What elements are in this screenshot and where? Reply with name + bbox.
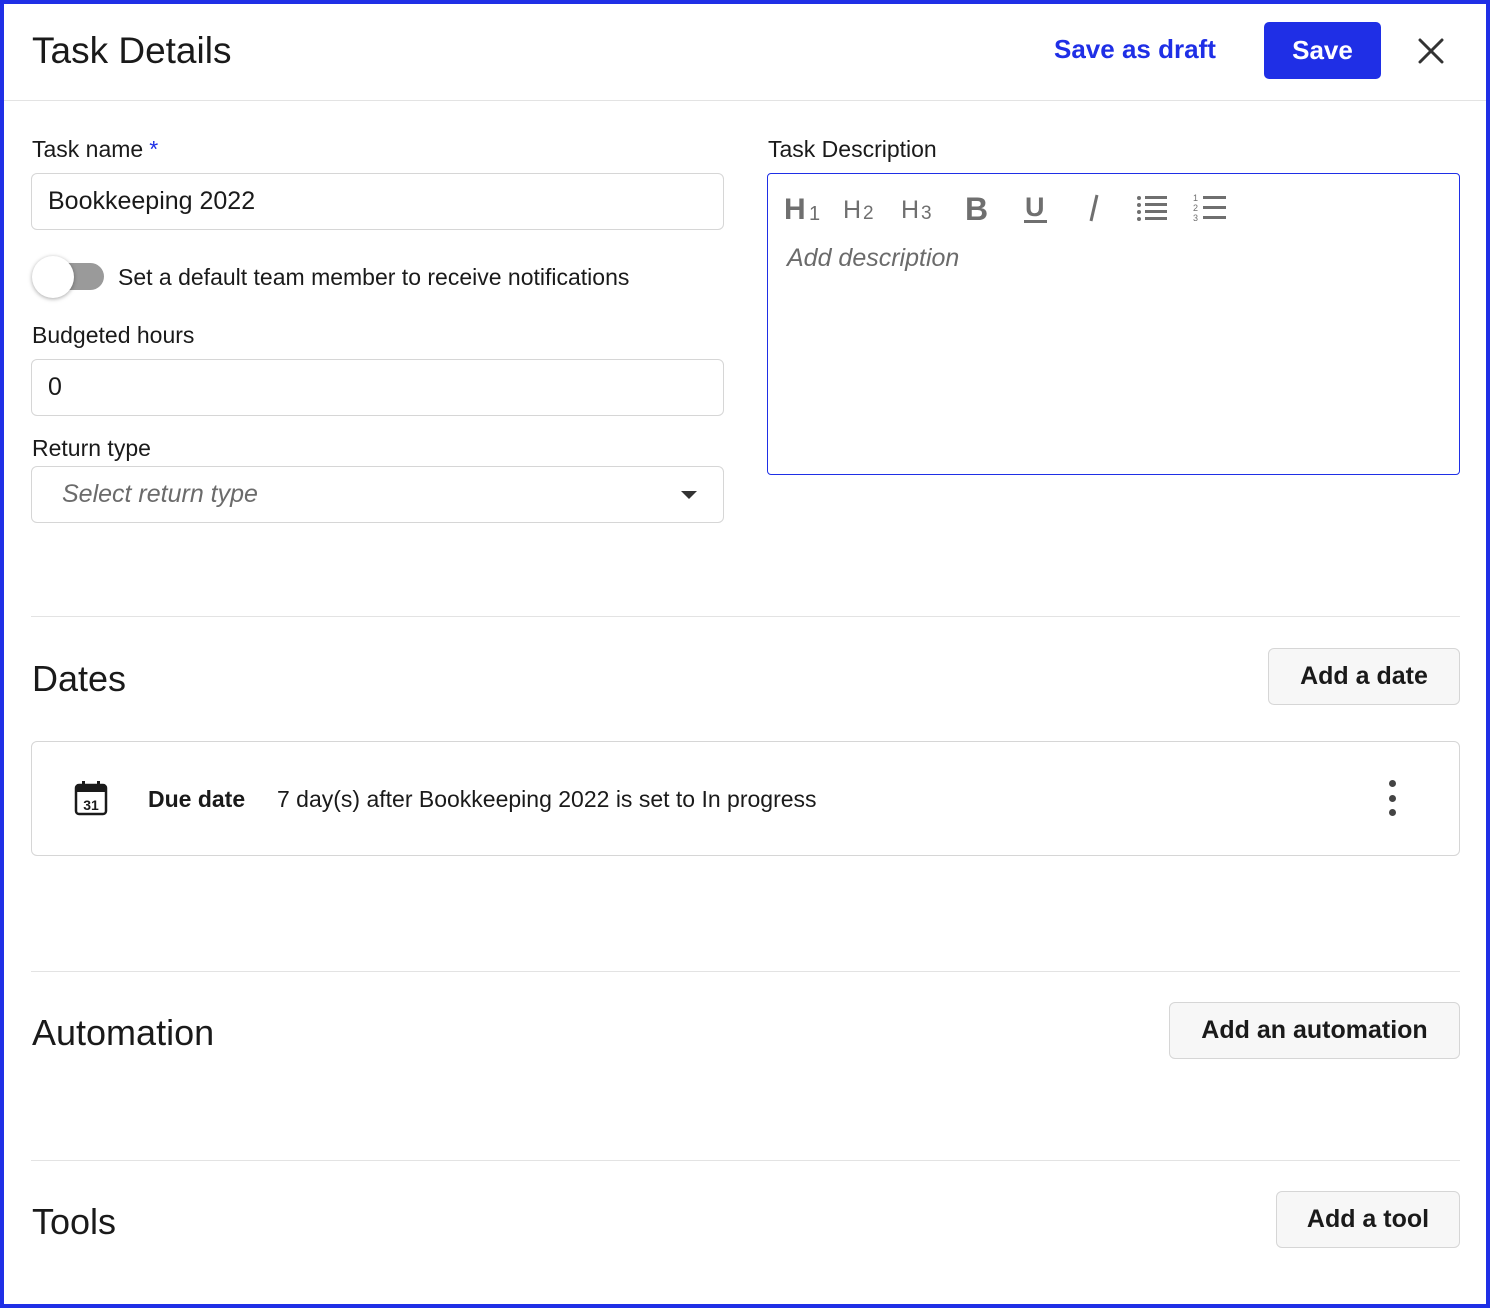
description-placeholder: Add description [787, 244, 960, 272]
heading-2-icon[interactable]: H2 [840, 188, 884, 228]
add-date-button[interactable]: Add a date [1268, 648, 1460, 705]
dialog-header: Task Details Save as draft Save [4, 4, 1486, 101]
dialog-title: Task Details [32, 30, 232, 71]
underline-icon[interactable]: U [1014, 188, 1058, 228]
save-button[interactable]: Save [1264, 22, 1381, 79]
default-team-member-toggle[interactable] [32, 256, 106, 298]
return-type-label: Return type [32, 435, 151, 461]
due-date-card[interactable]: 31 Due date 7 day(s) after Bookkeeping 2… [31, 741, 1460, 856]
svg-text:3: 3 [921, 203, 932, 224]
svg-text:2: 2 [863, 203, 874, 224]
svg-text:U: U [1025, 192, 1045, 222]
section-divider [31, 616, 1460, 617]
bold-icon[interactable]: B [956, 188, 1000, 228]
section-divider [31, 971, 1460, 972]
numbered-list-icon[interactable]: 1 2 3 [1188, 188, 1232, 228]
due-date-text: 7 day(s) after Bookkeeping 2022 is set t… [277, 786, 817, 812]
automation-section-title: Automation [32, 1012, 215, 1053]
svg-text:H: H [901, 196, 919, 224]
due-date-label: Due date [148, 786, 246, 812]
toggle-label: Set a default team member to receive not… [118, 264, 630, 290]
task-details-dialog: Task Details Save as draft Save Task nam… [0, 0, 1490, 1308]
task-name-value: Bookkeeping 2022 [48, 187, 256, 215]
tools-section-title: Tools [32, 1201, 117, 1242]
heading-1-icon[interactable]: H1 [782, 188, 826, 228]
svg-text:1: 1 [809, 203, 820, 224]
chevron-down-icon [681, 491, 697, 499]
save-as-draft-button[interactable]: Save as draft [1054, 34, 1216, 65]
bullet-list-icon[interactable] [1130, 188, 1174, 228]
dates-section-title: Dates [32, 658, 127, 699]
svg-text:H: H [784, 193, 806, 224]
required-marker: * [149, 136, 159, 162]
add-tool-button[interactable]: Add a tool [1276, 1191, 1460, 1248]
svg-text:H: H [843, 196, 861, 224]
calendar-icon: 31 [74, 780, 108, 816]
return-type-placeholder: Select return type [62, 480, 258, 508]
task-name-label: Task name * [32, 136, 158, 163]
task-description-label: Task Description [768, 136, 937, 162]
budgeted-hours-label: Budgeted hours [32, 322, 195, 348]
svg-text:1: 1 [1193, 193, 1198, 203]
return-type-select[interactable]: Select return type [31, 466, 724, 523]
more-options-icon[interactable] [1382, 780, 1402, 816]
svg-text:2: 2 [1193, 203, 1198, 213]
add-automation-button[interactable]: Add an automation [1169, 1002, 1460, 1059]
section-divider [31, 1160, 1460, 1161]
description-editor[interactable]: H1 H2 H3 B U 1 2 3 Add description [767, 173, 1460, 475]
close-icon[interactable] [1412, 32, 1450, 70]
calendar-day: 31 [83, 797, 99, 813]
task-name-input[interactable]: Bookkeeping 2022 [31, 173, 724, 230]
italic-icon[interactable] [1072, 188, 1116, 228]
task-name-label-text: Task name [32, 136, 144, 162]
svg-text:3: 3 [1193, 213, 1198, 223]
budgeted-hours-value: 0 [48, 373, 62, 401]
toggle-knob [32, 256, 74, 298]
svg-text:B: B [965, 192, 988, 224]
budgeted-hours-input[interactable]: 0 [31, 359, 724, 416]
heading-3-icon[interactable]: H3 [898, 188, 942, 228]
